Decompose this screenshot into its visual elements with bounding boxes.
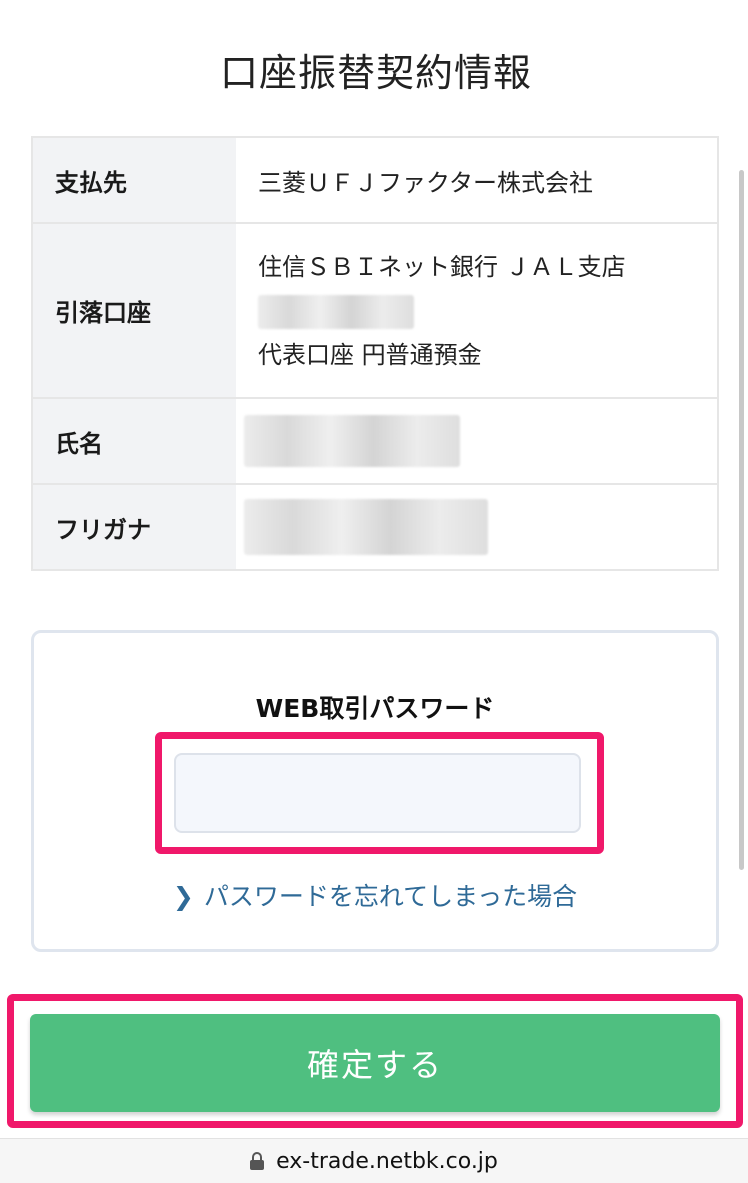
redacted-name: [244, 415, 460, 467]
password-panel: WEB取引パスワード ❯ パスワードを忘れてしまった場合: [31, 630, 719, 952]
payee-value: 三菱ＵＦＪファクター株式会社: [236, 137, 718, 224]
redacted-furigana: [244, 499, 488, 555]
debit-account-label: 引落口座: [32, 223, 236, 399]
chevron-right-icon: ❯: [172, 882, 194, 911]
debit-account-value: 住信ＳＢＩネット銀行 ＪＡＬ支店 代表口座 円普通預金: [236, 223, 718, 399]
scrollbar[interactable]: [739, 170, 744, 870]
table-row: フリガナ: [32, 484, 718, 571]
contract-info-table: 支払先 三菱ＵＦＪファクター株式会社 引落口座 住信ＳＢＩネット銀行 ＪＡＬ支店…: [31, 136, 719, 571]
table-row: 引落口座 住信ＳＢＩネット銀行 ＪＡＬ支店 代表口座 円普通預金: [32, 223, 718, 399]
account-type: 代表口座 円普通預金: [258, 340, 482, 369]
url-text: ex-trade.netbk.co.jp: [276, 1149, 498, 1174]
page-title: 口座振替契約情報: [219, 51, 532, 95]
bank-name: 住信ＳＢＩネット銀行 ＪＡＬ支店: [258, 252, 626, 281]
forgot-password-text: パスワードを忘れてしまった場合: [203, 882, 578, 911]
table-row: 氏名: [32, 398, 718, 485]
payee-label: 支払先: [32, 137, 236, 224]
password-input[interactable]: [174, 753, 581, 833]
furigana-value: [236, 484, 718, 571]
password-label: WEB取引パスワード: [255, 694, 495, 723]
lock-icon: [250, 1152, 265, 1170]
furigana-label: フリガナ: [32, 484, 236, 571]
page: 口座振替契約情報 支払先 三菱ＵＦＪファクター株式会社 引落口座 住信ＳＢＩネッ…: [0, 0, 748, 1183]
table-row: 支払先 三菱ＵＦＪファクター株式会社: [32, 137, 718, 224]
redacted-account-number: [258, 294, 414, 329]
name-label: 氏名: [32, 398, 236, 485]
browser-url-bar[interactable]: ex-trade.netbk.co.jp: [0, 1138, 748, 1183]
name-value: [236, 398, 718, 485]
confirm-button[interactable]: 確定する: [30, 1014, 720, 1112]
forgot-password-link[interactable]: ❯ パスワードを忘れてしまった場合: [34, 877, 716, 913]
